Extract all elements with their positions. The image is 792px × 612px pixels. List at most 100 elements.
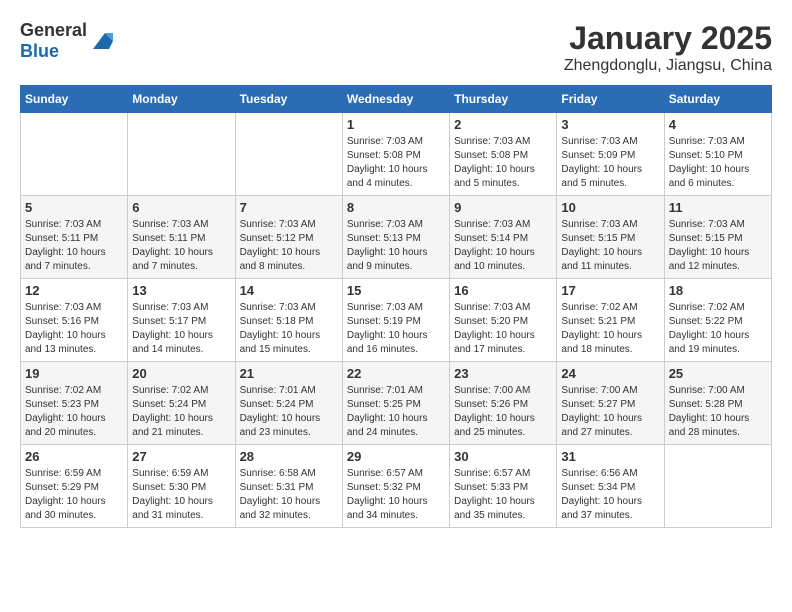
day-info: Sunrise: 6:59 AM Sunset: 5:29 PM Dayligh… <box>25 467 123 523</box>
calendar-title: January 2025 <box>564 20 772 57</box>
calendar-cell: 6Sunrise: 7:03 AM Sunset: 5:11 PM Daylig… <box>128 196 235 279</box>
calendar-cell: 20Sunrise: 7:02 AM Sunset: 5:24 PM Dayli… <box>128 362 235 445</box>
calendar-subtitle: Zhengdonglu, Jiangsu, China <box>564 57 772 75</box>
day-number: 20 <box>132 366 230 381</box>
logo-blue: Blue <box>20 41 59 61</box>
calendar-cell <box>664 445 771 528</box>
page-header: General Blue January 2025 Zhengdonglu, J… <box>20 20 772 75</box>
day-info: Sunrise: 7:03 AM Sunset: 5:15 PM Dayligh… <box>669 218 767 274</box>
calendar-cell: 22Sunrise: 7:01 AM Sunset: 5:25 PM Dayli… <box>342 362 449 445</box>
day-info: Sunrise: 7:03 AM Sunset: 5:16 PM Dayligh… <box>25 301 123 357</box>
calendar-cell: 14Sunrise: 7:03 AM Sunset: 5:18 PM Dayli… <box>235 279 342 362</box>
day-number: 3 <box>561 117 659 132</box>
day-number: 1 <box>347 117 445 132</box>
calendar-cell: 27Sunrise: 6:59 AM Sunset: 5:30 PM Dayli… <box>128 445 235 528</box>
logo: General Blue <box>20 20 113 62</box>
calendar-cell: 7 Sunrise: 7:03 AM Sunset: 5:12 PM Daylig… <box>235 196 342 279</box>
day-info: Sunrise: 7:00 AM Sunset: 5:26 PM Dayligh… <box>454 384 552 440</box>
calendar-cell: 26Sunrise: 6:59 AM Sunset: 5:29 PM Dayli… <box>21 445 128 528</box>
day-info: Sunrise: 7:03 AM Sunset: 5:08 PM Dayligh… <box>347 135 445 191</box>
day-number: 21 <box>240 366 338 381</box>
day-number: 8 <box>347 200 445 215</box>
calendar-cell: 8 Sunrise: 7:03 AM Sunset: 5:13 PM Daylig… <box>342 196 449 279</box>
day-number: 12 <box>25 283 123 298</box>
calendar-cell: 30Sunrise: 6:57 AM Sunset: 5:33 PM Dayli… <box>450 445 557 528</box>
week-row-5: 26Sunrise: 6:59 AM Sunset: 5:29 PM Dayli… <box>21 445 772 528</box>
day-info: Sunrise: 7:03 AM Sunset: 5:17 PM Dayligh… <box>132 301 230 357</box>
calendar-cell: 13 Sunrise: 7:03 AM Sunset: 5:17 PM Dayli… <box>128 279 235 362</box>
day-info: Sunrise: 7:02 AM Sunset: 5:21 PM Dayligh… <box>561 301 659 357</box>
weekday-header-row: SundayMondayTuesdayWednesdayThursdayFrid… <box>21 86 772 113</box>
day-info: Sunrise: 7:02 AM Sunset: 5:22 PM Dayligh… <box>669 301 767 357</box>
calendar-cell: 28Sunrise: 6:58 AM Sunset: 5:31 PM Dayli… <box>235 445 342 528</box>
day-number: 4 <box>669 117 767 132</box>
day-info: Sunrise: 6:58 AM Sunset: 5:31 PM Dayligh… <box>240 467 338 523</box>
calendar-cell: 29 Sunrise: 6:57 AM Sunset: 5:32 PM Dayli… <box>342 445 449 528</box>
day-info: Sunrise: 7:03 AM Sunset: 5:20 PM Dayligh… <box>454 301 552 357</box>
day-number: 5 <box>25 200 123 215</box>
calendar-cell: 25Sunrise: 7:00 AM Sunset: 5:28 PM Dayli… <box>664 362 771 445</box>
day-info: Sunrise: 6:57 AM Sunset: 5:33 PM Dayligh… <box>454 467 552 523</box>
day-number: 23 <box>454 366 552 381</box>
weekday-header-friday: Friday <box>557 86 664 113</box>
calendar-cell: 15 Sunrise: 7:03 AM Sunset: 5:19 PM Dayli… <box>342 279 449 362</box>
calendar-cell: 21Sunrise: 7:01 AM Sunset: 5:24 PM Dayli… <box>235 362 342 445</box>
day-number: 18 <box>669 283 767 298</box>
day-number: 14 <box>240 283 338 298</box>
calendar-cell: 11 Sunrise: 7:03 AM Sunset: 5:15 PM Dayli… <box>664 196 771 279</box>
weekday-header-saturday: Saturday <box>664 86 771 113</box>
week-row-3: 12 Sunrise: 7:03 AM Sunset: 5:16 PM Dayli… <box>21 279 772 362</box>
week-row-1: 1 Sunrise: 7:03 AM Sunset: 5:08 PM Daylig… <box>21 113 772 196</box>
calendar-cell: 17 Sunrise: 7:02 AM Sunset: 5:21 PM Dayli… <box>557 279 664 362</box>
day-info: Sunrise: 7:00 AM Sunset: 5:28 PM Dayligh… <box>669 384 767 440</box>
day-number: 17 <box>561 283 659 298</box>
day-info: Sunrise: 6:56 AM Sunset: 5:34 PM Dayligh… <box>561 467 659 523</box>
calendar-cell: 24Sunrise: 7:00 AM Sunset: 5:27 PM Dayli… <box>557 362 664 445</box>
day-number: 9 <box>454 200 552 215</box>
calendar-cell: 23 Sunrise: 7:00 AM Sunset: 5:26 PM Dayli… <box>450 362 557 445</box>
day-number: 15 <box>347 283 445 298</box>
day-info: Sunrise: 7:03 AM Sunset: 5:15 PM Dayligh… <box>561 218 659 274</box>
day-number: 31 <box>561 449 659 464</box>
week-row-4: 19 Sunrise: 7:02 AM Sunset: 5:23 PM Dayli… <box>21 362 772 445</box>
calendar-table: SundayMondayTuesdayWednesdayThursdayFrid… <box>20 85 772 528</box>
day-number: 11 <box>669 200 767 215</box>
day-info: Sunrise: 7:03 AM Sunset: 5:12 PM Dayligh… <box>240 218 338 274</box>
day-number: 29 <box>347 449 445 464</box>
day-number: 2 <box>454 117 552 132</box>
logo-text: General Blue <box>20 20 87 62</box>
calendar-cell <box>235 113 342 196</box>
weekday-header-thursday: Thursday <box>450 86 557 113</box>
calendar-cell: 19 Sunrise: 7:02 AM Sunset: 5:23 PM Dayli… <box>21 362 128 445</box>
day-info: Sunrise: 6:57 AM Sunset: 5:32 PM Dayligh… <box>347 467 445 523</box>
calendar-cell <box>128 113 235 196</box>
day-info: Sunrise: 7:00 AM Sunset: 5:27 PM Dayligh… <box>561 384 659 440</box>
title-block: January 2025 Zhengdonglu, Jiangsu, China <box>564 20 772 75</box>
day-number: 16 <box>454 283 552 298</box>
day-number: 7 <box>240 200 338 215</box>
day-number: 19 <box>25 366 123 381</box>
day-number: 13 <box>132 283 230 298</box>
logo-icon <box>89 29 113 53</box>
week-row-2: 5 Sunrise: 7:03 AM Sunset: 5:11 PM Daylig… <box>21 196 772 279</box>
weekday-header-sunday: Sunday <box>21 86 128 113</box>
day-info: Sunrise: 7:01 AM Sunset: 5:25 PM Dayligh… <box>347 384 445 440</box>
calendar-cell: 4 Sunrise: 7:03 AM Sunset: 5:10 PM Daylig… <box>664 113 771 196</box>
calendar-cell: 16 Sunrise: 7:03 AM Sunset: 5:20 PM Dayli… <box>450 279 557 362</box>
day-info: Sunrise: 7:03 AM Sunset: 5:10 PM Dayligh… <box>669 135 767 191</box>
calendar-cell: 1 Sunrise: 7:03 AM Sunset: 5:08 PM Daylig… <box>342 113 449 196</box>
day-info: Sunrise: 6:59 AM Sunset: 5:30 PM Dayligh… <box>132 467 230 523</box>
calendar-cell: 9Sunrise: 7:03 AM Sunset: 5:14 PM Daylig… <box>450 196 557 279</box>
day-info: Sunrise: 7:03 AM Sunset: 5:11 PM Dayligh… <box>25 218 123 274</box>
calendar-cell: 10Sunrise: 7:03 AM Sunset: 5:15 PM Dayli… <box>557 196 664 279</box>
calendar-cell <box>21 113 128 196</box>
day-info: Sunrise: 7:03 AM Sunset: 5:19 PM Dayligh… <box>347 301 445 357</box>
day-info: Sunrise: 7:03 AM Sunset: 5:08 PM Dayligh… <box>454 135 552 191</box>
day-info: Sunrise: 7:03 AM Sunset: 5:13 PM Dayligh… <box>347 218 445 274</box>
calendar-cell: 18 Sunrise: 7:02 AM Sunset: 5:22 PM Dayli… <box>664 279 771 362</box>
day-info: Sunrise: 7:03 AM Sunset: 5:09 PM Dayligh… <box>561 135 659 191</box>
day-info: Sunrise: 7:02 AM Sunset: 5:23 PM Dayligh… <box>25 384 123 440</box>
day-number: 6 <box>132 200 230 215</box>
calendar-cell: 2 Sunrise: 7:03 AM Sunset: 5:08 PM Daylig… <box>450 113 557 196</box>
calendar-cell: 31 Sunrise: 6:56 AM Sunset: 5:34 PM Dayli… <box>557 445 664 528</box>
